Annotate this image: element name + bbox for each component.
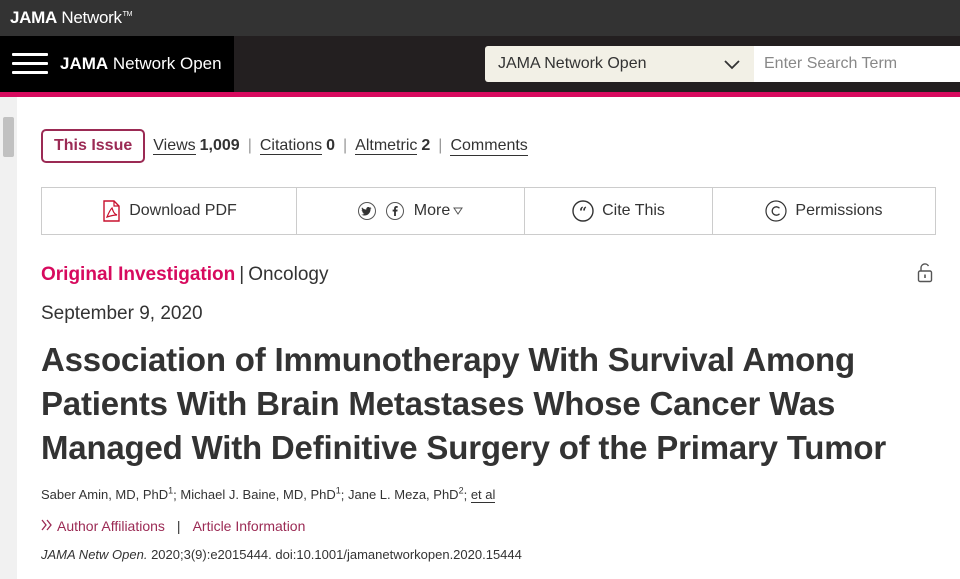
comments-link[interactable]: Comments <box>450 137 528 156</box>
views-count: 1,009 <box>199 137 240 154</box>
double-chevron-right-icon <box>41 518 53 534</box>
views-link[interactable]: Views <box>153 137 196 155</box>
permissions-button[interactable]: Permissions <box>713 188 935 234</box>
author[interactable]: Jane L. Meza, PhD2 <box>348 486 464 502</box>
svg-text:“: “ <box>579 205 587 221</box>
permissions-label: Permissions <box>795 202 883 219</box>
publication-date: September 9, 2020 <box>41 303 203 324</box>
citations-metric: Citations 0 <box>259 137 335 155</box>
chevron-down-icon <box>724 57 740 75</box>
article-information-link[interactable]: Article Information <box>193 518 306 534</box>
scrollbar-thumb[interactable] <box>3 117 14 157</box>
brand-trademark: TM <box>122 11 133 18</box>
altmetric-metric: Altmetric 2 <box>355 137 430 155</box>
triangle-down-icon[interactable] <box>453 207 464 215</box>
author-list: Saber Amin, MD, PhD1; Michael J. Baine, … <box>41 486 496 504</box>
scrollbar-track[interactable] <box>0 97 17 579</box>
author[interactable]: Saber Amin, MD, PhD1 <box>41 486 173 502</box>
open-access-lock-icon <box>917 263 933 288</box>
brand-rest: Network <box>56 8 122 27</box>
altmetric-score: 2 <box>421 137 431 154</box>
author-separator: ; <box>340 487 348 503</box>
article-citation: JAMA Netw Open. 2020;3(9):e2015444. doi:… <box>41 547 522 562</box>
accent-divider <box>0 92 960 97</box>
article-category: Original Investigation | Oncology <box>41 264 328 286</box>
author[interactable]: Michael J. Baine, MD, PhD1 <box>180 486 340 502</box>
article-type[interactable]: Original Investigation <box>41 264 235 285</box>
cite-this-label: Cite This <box>602 202 665 219</box>
author-separator: ; <box>463 487 471 503</box>
article-metrics: This Issue Views 1,009 | Citations 0 | Alt… <box>41 129 528 163</box>
separator: | <box>438 137 443 154</box>
views-metric: Views 1,009 <box>153 137 240 155</box>
more-label[interactable]: More <box>414 202 450 220</box>
journal-name-link[interactable]: JAMA Network Open <box>60 54 222 74</box>
this-issue-button[interactable]: This Issue <box>41 129 146 163</box>
journal-select-dropdown[interactable]: JAMA Network Open <box>485 46 754 82</box>
twitter-icon[interactable] <box>357 202 376 220</box>
article-title: Association of Immunotherapy With Surviv… <box>41 341 886 466</box>
share-more-group: More <box>297 188 525 234</box>
top-brand-bar: JAMA NetworkTM <box>0 0 960 36</box>
journal-name-bold: JAMA <box>60 54 109 73</box>
download-pdf-button[interactable]: Download PDF <box>42 188 297 234</box>
download-pdf-label: Download PDF <box>129 202 237 219</box>
pdf-icon <box>101 200 121 222</box>
category-separator: | <box>239 264 245 285</box>
facebook-icon[interactable] <box>385 202 404 220</box>
quote-icon: “ <box>572 200 594 222</box>
hamburger-menu-icon[interactable] <box>12 53 48 75</box>
nav-bar: JAMA Network Open JAMA Network Open <box>0 36 960 92</box>
journal-select-value: JAMA Network Open <box>498 55 647 72</box>
article-info-links: Author Affiliations | Article Informatio… <box>41 518 305 534</box>
citation-details: 2020;3(9):e2015444. doi:10.1001/jamanetw… <box>147 547 522 562</box>
copyright-icon <box>765 200 788 222</box>
journal-name-rest: Network Open <box>108 54 222 73</box>
altmetric-link[interactable]: Altmetric <box>355 137 418 155</box>
citations-count: 0 <box>326 137 335 154</box>
article-toolbar: Download PDF More “ Cite This Permission… <box>41 187 936 235</box>
cite-this-button[interactable]: “ Cite This <box>525 188 713 234</box>
nav-left-panel: JAMA Network Open <box>0 36 234 92</box>
separator: | <box>343 137 348 154</box>
separator: | <box>247 137 252 154</box>
jama-network-logo[interactable]: JAMA NetworkTM <box>10 8 132 28</box>
article-topic[interactable]: Oncology <box>248 264 328 285</box>
brand-bold: JAMA <box>10 8 57 27</box>
journal-abbreviation: JAMA Netw Open. <box>41 547 148 562</box>
author-affiliations-link[interactable]: Author Affiliations <box>57 518 165 534</box>
search-input[interactable] <box>754 46 960 82</box>
citations-link[interactable]: Citations <box>259 137 323 155</box>
et-al-link[interactable]: et al <box>470 487 496 504</box>
link-separator: | <box>176 518 181 534</box>
